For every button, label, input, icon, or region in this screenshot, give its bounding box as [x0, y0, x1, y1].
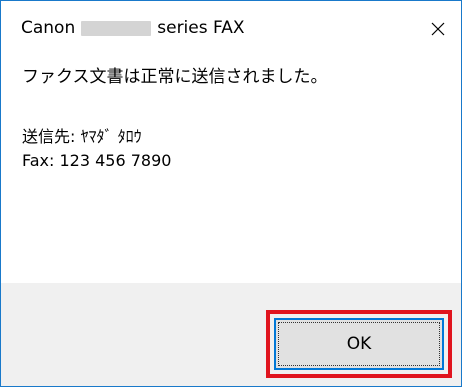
- title-bar[interactable]: Canon series FAX: [1, 1, 461, 57]
- close-icon: [431, 22, 445, 36]
- redacted-model-name: [81, 20, 152, 36]
- success-message: ファクス文書は正常に送信されました。: [22, 67, 328, 87]
- ok-button[interactable]: OK: [274, 318, 444, 370]
- title-brand: Canon: [21, 18, 76, 38]
- close-button[interactable]: [415, 1, 461, 57]
- fax-number-line: Fax: 123 456 7890: [22, 151, 172, 170]
- destination-line: 送信先: ﾔﾏﾀﾞ ﾀﾛｳ: [22, 127, 142, 146]
- window-title: Canon series FAX: [21, 16, 245, 40]
- title-product: series FAX: [157, 18, 245, 38]
- ok-button-label: OK: [346, 334, 372, 354]
